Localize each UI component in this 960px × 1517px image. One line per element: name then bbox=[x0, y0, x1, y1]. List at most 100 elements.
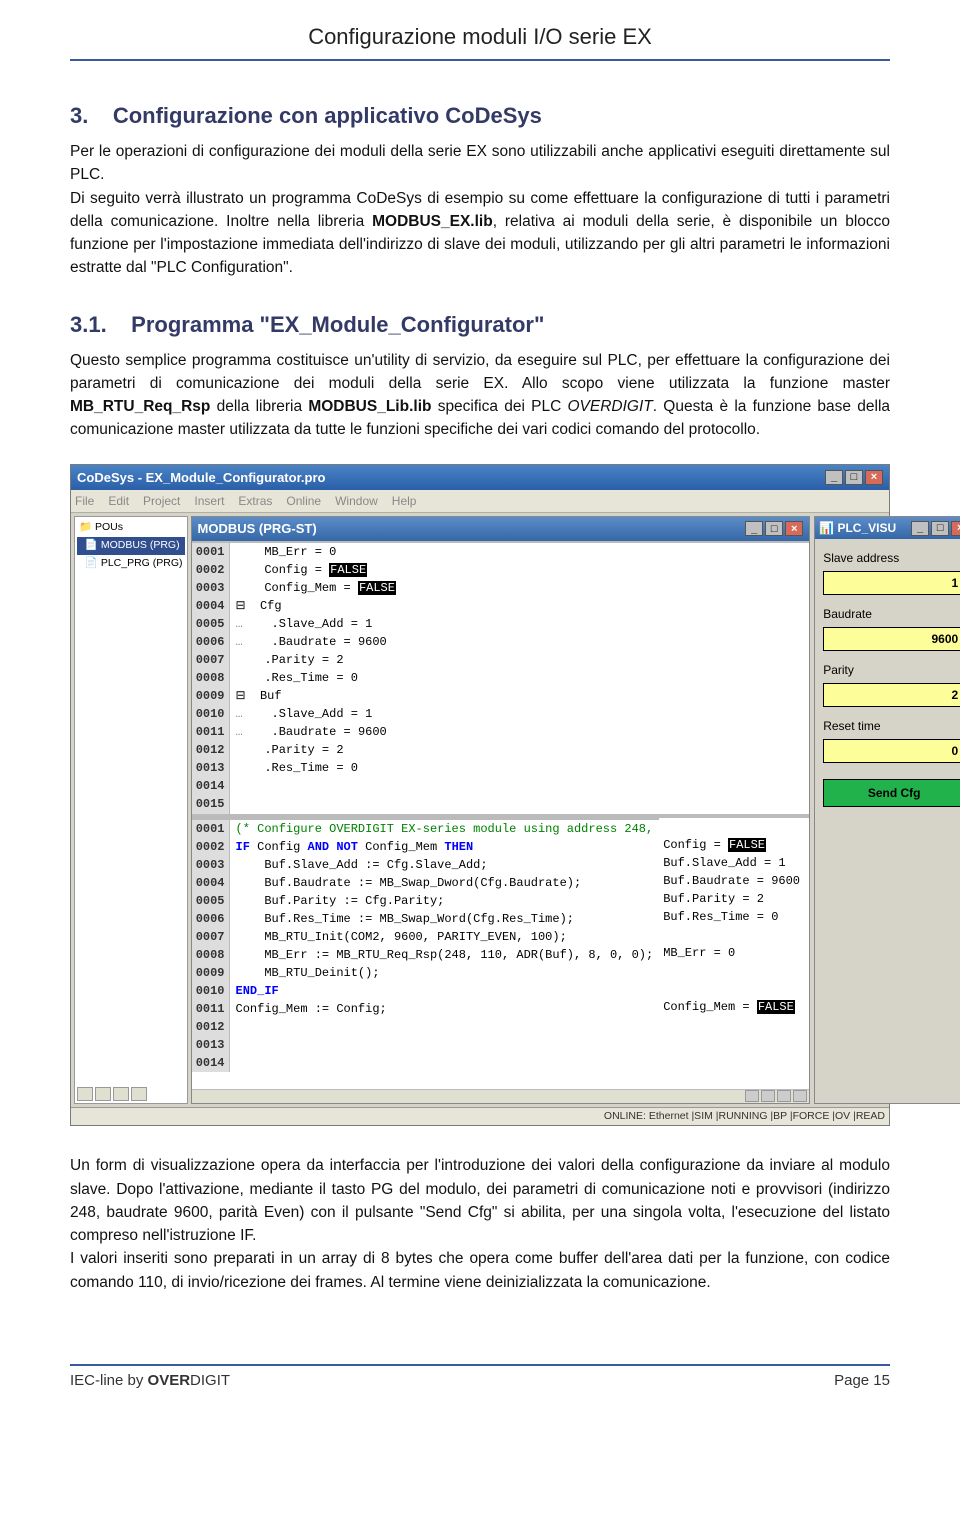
menu-insert[interactable]: Insert bbox=[194, 492, 224, 510]
menu-edit[interactable]: Edit bbox=[108, 492, 129, 510]
subsection-number: 3.1. bbox=[70, 312, 107, 337]
footer-left-a: IEC-line by bbox=[70, 1372, 148, 1389]
watch-value bbox=[663, 980, 805, 998]
p2-brand: OVERDIGIT bbox=[568, 398, 653, 415]
section-heading: 3. Configurazione con applicativo CoDeSy… bbox=[70, 99, 890, 132]
watch-value: Buf.Res_Time = 0 bbox=[663, 908, 805, 926]
body-pane[interactable]: 0001(* Configure OVERDIGIT EX-series mod… bbox=[192, 818, 660, 1089]
code-line[interactable]: 0014 bbox=[192, 1054, 660, 1072]
maximize-button[interactable]: □ bbox=[931, 521, 949, 536]
tree-tab[interactable] bbox=[95, 1087, 111, 1101]
code-line[interactable]: 0005… .Slave_Add = 1 bbox=[192, 615, 810, 633]
menu-window[interactable]: Window bbox=[335, 492, 378, 510]
code-line[interactable]: 0007 .Parity = 2 bbox=[192, 651, 810, 669]
code-line[interactable]: 0007 MB_RTU_Init(COM2, 9600, PARITY_EVEN… bbox=[192, 928, 660, 946]
reset-time-label: Reset time bbox=[823, 717, 960, 735]
code-line[interactable]: 0013 bbox=[192, 1036, 660, 1054]
p2-a: Questo semplice programma costituisce un… bbox=[70, 352, 890, 392]
code-line[interactable]: 0004 Buf.Baudrate := MB_Swap_Dword(Cfg.B… bbox=[192, 874, 660, 892]
code-line[interactable]: 0011… .Baudrate = 9600 bbox=[192, 723, 810, 741]
scrollbar-area[interactable] bbox=[192, 1089, 810, 1103]
code-line[interactable]: 0011Config_Mem := Config; bbox=[192, 1000, 660, 1018]
scroll-right-icon[interactable] bbox=[761, 1090, 775, 1102]
scroll-left-icon[interactable] bbox=[777, 1090, 791, 1102]
code-line[interactable]: 0006 Buf.Res_Time := MB_Swap_Word(Cfg.Re… bbox=[192, 910, 660, 928]
scroll-left-icon[interactable] bbox=[745, 1090, 759, 1102]
minimize-button[interactable]: _ bbox=[745, 521, 763, 536]
maximize-button[interactable]: □ bbox=[765, 521, 783, 536]
visu-title-text: PLC_VISU bbox=[837, 521, 896, 535]
declaration-pane[interactable]: 0001 MB_Err = 00002 Config = FALSE0003 C… bbox=[192, 541, 810, 814]
section-number: 3. bbox=[70, 103, 88, 128]
menu-help[interactable]: Help bbox=[392, 492, 417, 510]
header-rule bbox=[70, 59, 890, 61]
code-line[interactable]: 0005 Buf.Parity := Cfg.Parity; bbox=[192, 892, 660, 910]
code-line[interactable]: 0016 bbox=[192, 813, 810, 814]
parity-field[interactable]: 2 bbox=[823, 683, 960, 707]
code-line[interactable]: 0013 .Res_Time = 0 bbox=[192, 759, 810, 777]
close-button[interactable]: × bbox=[951, 521, 960, 536]
minimize-button[interactable]: _ bbox=[825, 470, 843, 485]
subsection-heading: 3.1. Programma "EX_Module_Configurator" bbox=[70, 308, 890, 341]
code-line[interactable]: 0001(* Configure OVERDIGIT EX-series mod… bbox=[192, 820, 660, 838]
code-line[interactable]: 0004⊟ Cfg bbox=[192, 597, 810, 615]
tree-tab[interactable] bbox=[113, 1087, 129, 1101]
code-line[interactable]: 0012 bbox=[192, 1018, 660, 1036]
code-line[interactable]: 0002IF Config AND NOT Config_Mem THEN bbox=[192, 838, 660, 856]
code-line[interactable]: 0014 bbox=[192, 777, 810, 795]
menu-online[interactable]: Online bbox=[286, 492, 321, 510]
tree-tab[interactable] bbox=[131, 1087, 147, 1101]
page-header: Configurazione moduli I/O serie EX bbox=[70, 20, 890, 53]
ide-titlebar[interactable]: CoDeSys - EX_Module_Configurator.pro _ □… bbox=[71, 465, 889, 491]
slave-address-field[interactable]: 1 bbox=[823, 571, 960, 595]
watch-value: Buf.Parity = 2 bbox=[663, 890, 805, 908]
page-footer: IEC-line by OVERDIGIT Page 15 bbox=[70, 1366, 890, 1393]
codesys-ide: CoDeSys - EX_Module_Configurator.pro _ □… bbox=[70, 464, 890, 1127]
code-editor-window: MODBUS (PRG-ST) _ □ × 0001 MB_Err = 0000… bbox=[191, 516, 811, 1104]
tree-item-plcprg[interactable]: 📄 PLC_PRG (PRG) bbox=[77, 555, 185, 573]
code-line[interactable]: 0012 .Parity = 2 bbox=[192, 741, 810, 759]
watch-pane: Config = FALSEBuf.Slave_Add = 1Buf.Baudr… bbox=[659, 818, 809, 1089]
paragraph-4: I valori inseriti sono preparati in un a… bbox=[70, 1247, 890, 1294]
close-button[interactable]: × bbox=[865, 470, 883, 485]
subsection-title: Programma "EX_Module_Configurator" bbox=[131, 312, 544, 337]
p2-fn: MB_RTU_Req_Rsp bbox=[70, 398, 210, 415]
menu-extras[interactable]: Extras bbox=[238, 492, 272, 510]
p2-lib: MODBUS_Lib.lib bbox=[308, 398, 431, 415]
baudrate-label: Baudrate bbox=[823, 605, 960, 623]
code-line[interactable]: 0002 Config = FALSE bbox=[192, 561, 810, 579]
menu-project[interactable]: Project bbox=[143, 492, 180, 510]
code-line[interactable]: 0006… .Baudrate = 9600 bbox=[192, 633, 810, 651]
close-button[interactable]: × bbox=[785, 521, 803, 536]
visu-titlebar[interactable]: 📊 PLC_VISU _ □ × bbox=[815, 517, 960, 539]
watch-value bbox=[663, 926, 805, 944]
code-line[interactable]: 0015 bbox=[192, 795, 810, 813]
paragraph-3: Un form di visualizzazione opera da inte… bbox=[70, 1154, 890, 1247]
project-tree-panel[interactable]: 📁 POUs 📄 MODBUS (PRG) 📄 PLC_PRG (PRG) bbox=[74, 516, 188, 1104]
code-line[interactable]: 0008 MB_Err := MB_RTU_Req_Rsp(248, 110, … bbox=[192, 946, 660, 964]
tree-item-modbus[interactable]: 📄 MODBUS (PRG) bbox=[77, 537, 185, 555]
code-line[interactable]: 0009 MB_RTU_Deinit(); bbox=[192, 964, 660, 982]
watch-value bbox=[663, 1034, 805, 1052]
scroll-right-icon[interactable] bbox=[793, 1090, 807, 1102]
minimize-button[interactable]: _ bbox=[911, 521, 929, 536]
tree-root[interactable]: 📁 POUs bbox=[77, 519, 185, 537]
code-line[interactable]: 0009⊟ Buf bbox=[192, 687, 810, 705]
send-cfg-button[interactable]: Send Cfg bbox=[823, 779, 960, 807]
maximize-button[interactable]: □ bbox=[845, 470, 863, 485]
baudrate-field[interactable]: 9600 bbox=[823, 627, 960, 651]
parity-label: Parity bbox=[823, 661, 960, 679]
code-window-title[interactable]: MODBUS (PRG-ST) _ □ × bbox=[192, 517, 810, 541]
menu-file[interactable]: File bbox=[75, 492, 94, 510]
code-line[interactable]: 0008 .Res_Time = 0 bbox=[192, 669, 810, 687]
code-line[interactable]: 0003 Buf.Slave_Add := Cfg.Slave_Add; bbox=[192, 856, 660, 874]
paragraph-1: Per le operazioni di configurazione dei … bbox=[70, 140, 890, 280]
code-line[interactable]: 0010… .Slave_Add = 1 bbox=[192, 705, 810, 723]
watch-value: Buf.Baudrate = 9600 bbox=[663, 872, 805, 890]
code-line[interactable]: 0010END_IF bbox=[192, 982, 660, 1000]
code-line[interactable]: 0001 MB_Err = 0 bbox=[192, 543, 810, 561]
reset-time-field[interactable]: 0 bbox=[823, 739, 960, 763]
tree-tab[interactable] bbox=[77, 1087, 93, 1101]
code-line[interactable]: 0003 Config_Mem = FALSE bbox=[192, 579, 810, 597]
p2-c: specifica dei PLC bbox=[431, 398, 567, 415]
